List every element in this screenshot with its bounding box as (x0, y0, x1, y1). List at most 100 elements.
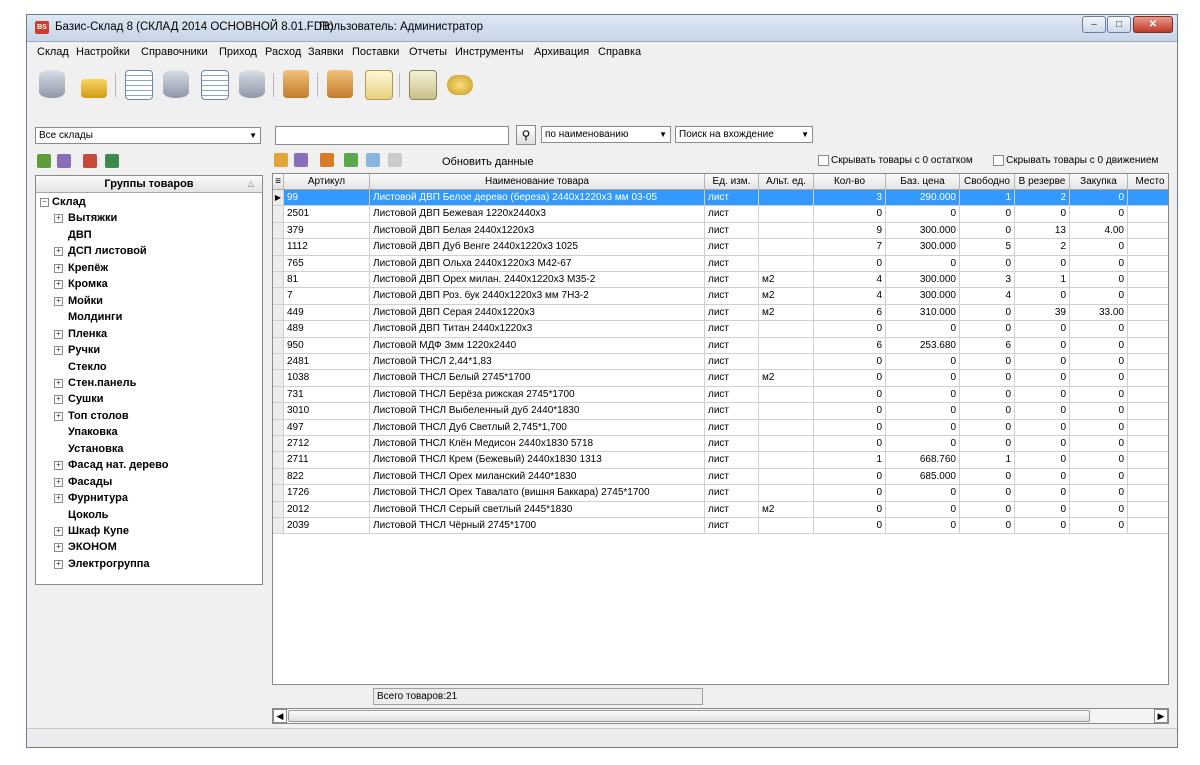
table-cell[interactable]: 0 (1070, 321, 1128, 338)
table-cell[interactable]: 0 (886, 501, 960, 518)
tree-node[interactable]: + Ручки (54, 342, 100, 358)
table-row[interactable]: 2711 Листовой ТНСЛ Крем (Бежевый) 2440х18… (273, 452, 1168, 469)
table-cell[interactable]: 0 (1070, 468, 1128, 486)
table-cell[interactable]: 0 (960, 419, 1015, 436)
table-cell[interactable] (1128, 403, 1168, 420)
menu-supplies[interactable]: Поставки (352, 46, 399, 58)
table-cell[interactable]: 0 (1015, 501, 1070, 518)
table-cell[interactable]: 0 (814, 436, 886, 453)
tree-node[interactable]: Стекло (54, 359, 107, 375)
table-cell[interactable]: Листовой ДВП Роз. бук 2440х1220х3 мм 7Н3… (370, 288, 705, 305)
table-cell[interactable] (759, 403, 814, 420)
table-cell[interactable]: 0 (1015, 468, 1070, 486)
table-cell[interactable]: лист (705, 272, 759, 289)
refresh-data-button[interactable]: Обновить данные (442, 156, 534, 168)
table-cell[interactable] (1128, 485, 1168, 502)
table-cell[interactable]: 4 (814, 288, 886, 305)
tree-node[interactable]: + Мойки (54, 293, 103, 309)
table-cell[interactable]: Листовой ДВП Белая 2440х1220х3 (370, 222, 705, 240)
table-cell[interactable]: 0 (1070, 518, 1128, 535)
collapse-icon[interactable]: − (40, 198, 49, 207)
table-cell[interactable]: 0 (814, 501, 886, 518)
hide-zero-movement-checkbox[interactable] (993, 155, 1004, 166)
table-row[interactable]: 81 Листовой ДВП Орех милан. 2440х1220х3 М… (273, 272, 1168, 289)
expand-icon[interactable]: + (54, 411, 63, 421)
table-row[interactable]: ▶ 99 Листовой ДВП Белое дерево (береза) 24… (273, 190, 1168, 207)
column-header[interactable]: Кол-во (814, 174, 886, 190)
table-cell[interactable]: м2 (759, 370, 814, 387)
table-cell[interactable]: 0 (1015, 386, 1070, 404)
table-cell[interactable] (759, 321, 814, 338)
tree-node[interactable]: ДВП (54, 227, 92, 243)
table-row[interactable]: 497 Листовой ТНСЛ Дуб Светлый 2,745*1,700… (273, 419, 1168, 436)
table-cell[interactable]: Листовой ТНСЛ 2,44*1,83 (370, 354, 705, 371)
table-cell[interactable]: 290.000 (886, 190, 960, 207)
table-cell[interactable]: 0 (1015, 206, 1070, 223)
table-cell[interactable]: лист (705, 239, 759, 256)
table-cell[interactable] (759, 337, 814, 354)
table-cell[interactable]: 9 (814, 222, 886, 240)
table-cell[interactable]: 0 (886, 354, 960, 371)
table-cell[interactable]: 0 (960, 518, 1015, 535)
maximize-button[interactable]: □ (1107, 16, 1131, 33)
table-cell[interactable]: 950 (284, 337, 370, 354)
table-cell[interactable]: 3010 (284, 403, 370, 420)
lock-icon[interactable] (77, 67, 111, 101)
table-cell[interactable] (1128, 206, 1168, 223)
table-cell[interactable]: лист (705, 321, 759, 338)
table-cell[interactable]: 2012 (284, 501, 370, 518)
table-cell[interactable]: 1726 (284, 485, 370, 502)
table-cell[interactable]: 379 (284, 222, 370, 240)
table-cell[interactable] (1128, 190, 1168, 207)
expand-icon[interactable]: + (54, 247, 63, 257)
table-cell[interactable]: 2 (1015, 239, 1070, 256)
table-cell[interactable]: 0 (960, 354, 1015, 371)
table-cell[interactable]: лист (705, 255, 759, 272)
box-in-icon[interactable] (279, 67, 313, 101)
table-cell[interactable]: Листовой ДВП Серая 2440х1220х3 (370, 304, 705, 322)
table-cell[interactable]: 0 (1015, 354, 1070, 371)
table-cell[interactable]: 7 (284, 288, 370, 305)
table-cell[interactable]: 2711 (284, 452, 370, 469)
table-cell[interactable] (1128, 338, 1168, 354)
database-save-icon[interactable] (235, 67, 269, 101)
menu-requests[interactable]: Заявки (308, 46, 344, 58)
table-cell[interactable]: 0 (960, 436, 1015, 453)
table-cell[interactable]: лист (705, 468, 759, 486)
table-cell[interactable]: м2 (759, 304, 814, 322)
column-header[interactable]: Альт. ед. (759, 174, 814, 190)
table-cell[interactable]: м2 (759, 272, 814, 289)
table-cell[interactable]: Листовой ДВП Бежевая 1220х2440х3 (370, 206, 705, 223)
database-icon[interactable] (35, 67, 69, 101)
table-cell[interactable] (759, 222, 814, 240)
table-cell[interactable]: Листовой ТНСЛ Клён Медисон 2440х1830 571… (370, 436, 705, 453)
table-cell[interactable]: 0 (1070, 255, 1128, 272)
table-cell[interactable]: Листовой ДВП Ольха 2440х1220х3 М42-67 (370, 255, 705, 272)
table-cell[interactable]: 0 (960, 206, 1015, 223)
table-cell[interactable]: лист (705, 337, 759, 354)
table-cell[interactable]: 253.680 (886, 337, 960, 354)
panel-splitter[interactable] (264, 175, 270, 705)
table-cell[interactable]: 685.000 (886, 468, 960, 486)
column-header[interactable]: Свободно (960, 174, 1015, 190)
table-cell[interactable]: 0 (1070, 354, 1128, 371)
table-cell[interactable]: лист (705, 436, 759, 453)
table-row[interactable]: 2712 Листовой ТНСЛ Клён Медисон 2440х1830… (273, 436, 1168, 453)
table-cell[interactable] (1128, 452, 1168, 469)
warehouse-select[interactable]: Все склады ▼ (35, 127, 261, 144)
table-cell[interactable] (1128, 354, 1168, 371)
table-row[interactable]: 731 Листовой ТНСЛ Берёза рижская 2745*170… (273, 386, 1168, 404)
tree-node[interactable]: + ДСП листовой (54, 243, 147, 259)
tree-node[interactable]: + Шкаф Купе (54, 523, 129, 539)
menu-reports[interactable]: Отчеты (409, 46, 447, 58)
search-icon[interactable]: ⚲ (516, 125, 536, 145)
table-cell[interactable]: 7 (814, 239, 886, 256)
coins-icon[interactable] (443, 67, 477, 101)
table-cell[interactable]: 2039 (284, 518, 370, 535)
table-cell[interactable] (759, 518, 814, 535)
tree-node[interactable]: + Вытяжки (54, 210, 117, 226)
table-row[interactable]: 1726 Листовой ТНСЛ Орех Тавалато (вишня Б… (273, 485, 1168, 502)
close-button[interactable]: ✕ (1133, 16, 1173, 33)
table-cell[interactable]: 0 (1070, 485, 1128, 502)
menu-references[interactable]: Справочники (141, 46, 208, 58)
